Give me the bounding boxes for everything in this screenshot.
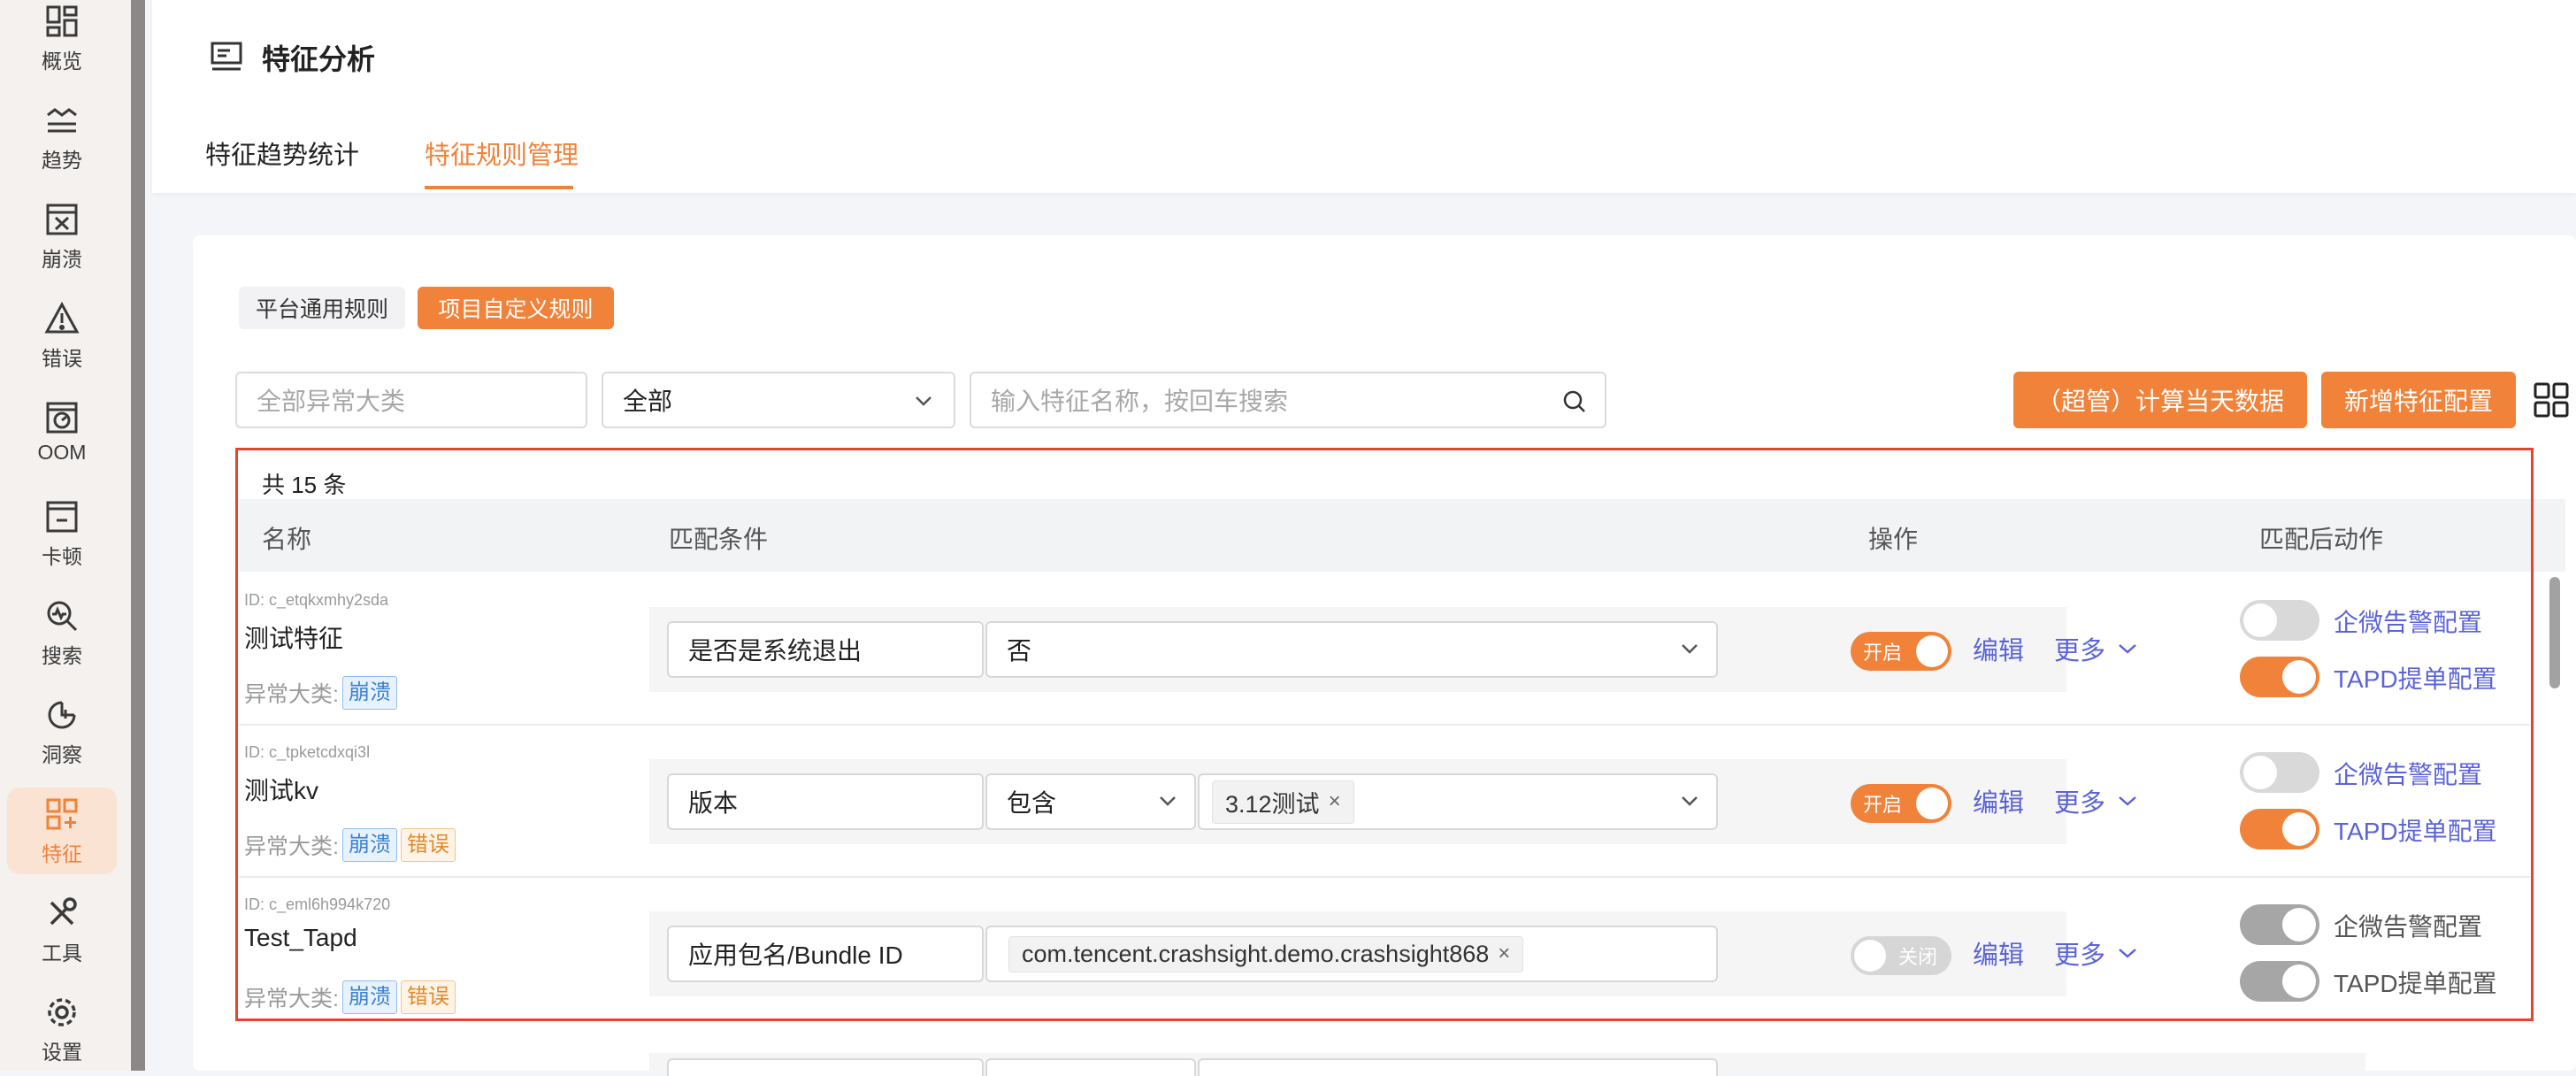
page-header: 特征分析 特征趋势统计 特征规则管理 xyxy=(152,0,2576,193)
scrollbar[interactable] xyxy=(2549,577,2560,688)
sidebar-item-overview[interactable]: 概览 xyxy=(7,0,117,81)
sidebar-item-search[interactable]: 搜索 xyxy=(7,589,117,676)
sidebar-item-settings[interactable]: 设置 xyxy=(7,986,117,1072)
sidebar-item-label: 工具 xyxy=(42,942,82,965)
sidebar: 概览 趋势 崩溃 错误 OOM 卡顿 搜索 洞察 特征 工具 设置 xyxy=(0,0,131,1071)
add-feature-button[interactable]: 新增特征配置 xyxy=(2321,372,2516,428)
sidebar-item-label: 卡顿 xyxy=(42,545,82,568)
segment-custom-rules[interactable]: 项目自定义规则 xyxy=(418,287,614,329)
sidebar-item-lag[interactable]: 卡顿 xyxy=(7,490,117,577)
sidebar-item-label: 特征 xyxy=(42,842,82,865)
active-tab-indicator xyxy=(425,186,573,189)
sidebar-item-label: 设置 xyxy=(42,1041,82,1064)
insight-icon xyxy=(41,694,83,736)
condition-field[interactable] xyxy=(667,1058,984,1076)
feature-icon xyxy=(41,793,83,835)
settings-icon xyxy=(41,991,83,1034)
category-filter-input[interactable]: 全部异常大类 xyxy=(235,372,587,428)
tab-feature-rules[interactable]: 特征规则管理 xyxy=(425,134,579,172)
search-icon[interactable] xyxy=(1562,389,1587,414)
feature-analysis-icon xyxy=(209,39,244,74)
search-placeholder: 输入特征名称，按回车搜索 xyxy=(991,388,1289,415)
sidebar-item-error[interactable]: 错误 xyxy=(7,292,117,379)
sidebar-item-trend[interactable]: 趋势 xyxy=(7,94,117,181)
sidebar-item-label: OOM xyxy=(37,441,87,464)
type-select[interactable]: 全部 xyxy=(602,372,955,428)
condition-value-select[interactable] xyxy=(1198,1058,1718,1076)
layout-grid-icon[interactable] xyxy=(2532,380,2571,419)
chevron-down-icon xyxy=(916,396,932,406)
tools-icon xyxy=(41,892,83,934)
oom-icon xyxy=(41,396,83,439)
segment-platform-rules[interactable]: 平台通用规则 xyxy=(239,287,405,329)
sidebar-item-feature[interactable]: 特征 xyxy=(7,788,117,874)
category-filter-placeholder: 全部异常大类 xyxy=(257,388,406,415)
error-icon xyxy=(41,297,83,340)
condition-operator-select[interactable] xyxy=(985,1058,1196,1076)
sidebar-item-insight[interactable]: 洞察 xyxy=(7,688,117,775)
type-select-value: 全部 xyxy=(623,388,673,415)
sidebar-divider xyxy=(131,0,145,1071)
highlight-box xyxy=(235,448,2534,1021)
sidebar-item-label: 错误 xyxy=(42,347,82,370)
crash-icon xyxy=(41,198,83,241)
sidebar-item-label: 洞察 xyxy=(42,743,82,766)
compute-today-button[interactable]: （超管）计算当天数据 xyxy=(2013,372,2307,428)
search-input[interactable]: 输入特征名称，按回车搜索 xyxy=(970,372,1606,428)
sidebar-item-label: 搜索 xyxy=(42,644,82,667)
table-row-partial xyxy=(649,1053,2365,1076)
sidebar-item-tools[interactable]: 工具 xyxy=(7,887,117,973)
page-title: 特征分析 xyxy=(262,43,376,75)
sidebar-item-crash[interactable]: 崩溃 xyxy=(7,193,117,280)
trend-icon xyxy=(41,99,83,142)
lag-icon xyxy=(41,496,83,538)
sidebar-item-oom[interactable]: OOM xyxy=(7,391,117,478)
sidebar-item-label: 崩溃 xyxy=(42,248,82,271)
search-icon xyxy=(41,595,83,637)
sidebar-item-label: 趋势 xyxy=(42,149,82,172)
tab-feature-trend[interactable]: 特征趋势统计 xyxy=(205,134,359,172)
overview-icon xyxy=(41,0,83,42)
sidebar-item-label: 概览 xyxy=(42,50,82,73)
